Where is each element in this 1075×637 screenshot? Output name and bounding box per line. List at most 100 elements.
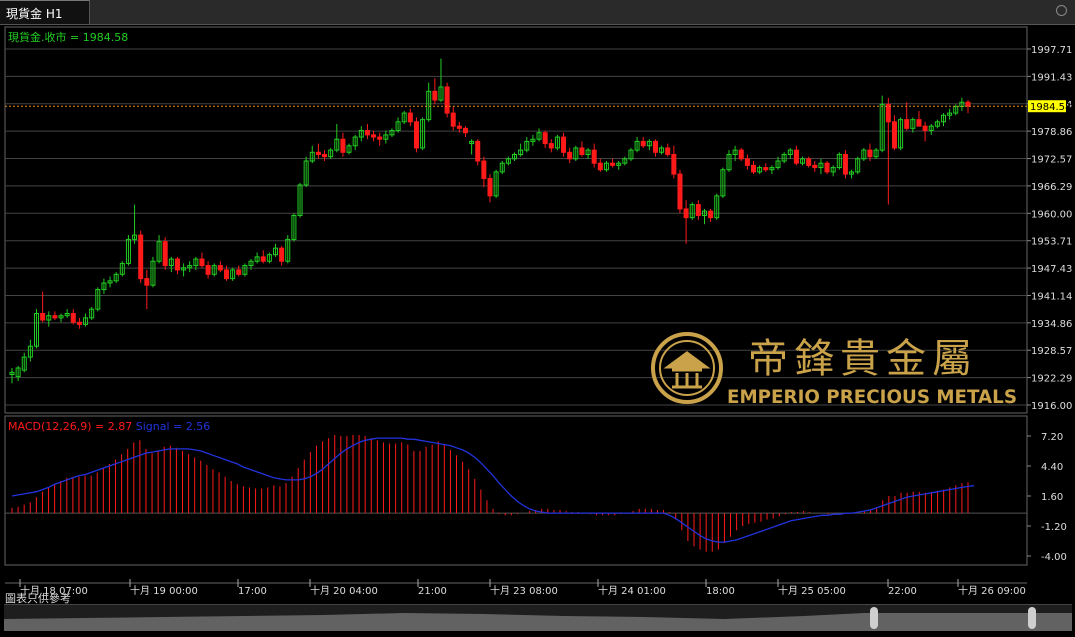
candle-down <box>738 149 744 160</box>
candle-down <box>677 173 683 210</box>
candle-down <box>456 125 462 129</box>
scroll-handle-right[interactable] <box>1028 607 1036 629</box>
candle-down <box>340 138 346 153</box>
price-tick-label: 1966.29 <box>1031 182 1072 193</box>
chart-scrollbar[interactable] <box>4 604 1072 631</box>
x-tick-label: 十月 24 01:00 <box>598 584 666 597</box>
price-tick-label: 1991.43 <box>1031 72 1072 83</box>
candle-down <box>597 162 603 171</box>
candle-down <box>260 256 266 262</box>
candle-down <box>708 210 714 219</box>
price-tick-label: 1928.57 <box>1031 346 1072 357</box>
scroll-handle-left[interactable] <box>870 607 878 629</box>
candle-down <box>965 101 971 107</box>
watermark: 帝鋒貴金屬 EMPERIO PRECIOUS METALS <box>651 332 1017 408</box>
candle-down <box>223 269 229 280</box>
price-tick-label: 1922.29 <box>1031 374 1072 385</box>
candle-down <box>891 121 897 149</box>
candle-down <box>763 167 769 171</box>
candle-down <box>199 258 205 267</box>
price-tick-label: 1960.00 <box>1031 209 1072 220</box>
candle-down <box>138 234 144 280</box>
candle-down <box>610 162 616 166</box>
candle-down <box>279 247 285 262</box>
chart-frame: 1997.711991.431985.141978.861972.571966.… <box>0 25 1075 633</box>
x-tick-label: 十月 26 09:00 <box>958 584 1026 597</box>
macd-legend-signal: Signal = 2.56 <box>136 420 211 433</box>
tab-bar: 現貨金 H1 <box>0 0 1075 25</box>
candle-down <box>364 130 370 136</box>
x-tick-label: 18:00 <box>706 586 735 597</box>
watermark-chinese: 帝鋒貴金屬 <box>748 336 978 382</box>
candle-down <box>867 149 873 158</box>
candle-down <box>40 313 46 321</box>
candle-down <box>591 149 597 164</box>
candle-down <box>542 132 548 145</box>
candle-down <box>481 160 487 179</box>
candle-down <box>475 140 481 162</box>
candle-down <box>371 134 377 138</box>
candle-down <box>205 265 211 275</box>
candle-down <box>904 119 910 129</box>
price-tick-label: 1972.57 <box>1031 155 1072 166</box>
candle-down <box>695 204 701 216</box>
x-tick-label: 21:00 <box>418 586 447 597</box>
candle-down <box>432 90 438 101</box>
candle-down <box>652 140 658 153</box>
macd-tick-label: -1.20 <box>1041 522 1067 533</box>
price-tick-label: 1978.86 <box>1031 127 1072 138</box>
candle-down <box>812 164 818 169</box>
candle-down <box>548 143 554 149</box>
candle-down <box>751 164 757 173</box>
x-tick-label: 17:00 <box>238 586 267 597</box>
candle-down <box>407 112 413 123</box>
candle-down <box>52 315 58 319</box>
candle-down <box>793 149 799 164</box>
candle-down <box>174 258 180 271</box>
price-tick-label: 1997.71 <box>1031 45 1072 56</box>
candle-down <box>450 112 456 127</box>
x-tick-label: 十月 25 05:00 <box>778 584 846 597</box>
last-price-label: 1984.58 <box>1030 102 1071 113</box>
candle-down <box>236 269 242 275</box>
tab-chart[interactable]: 現貨金 H1 <box>0 0 90 24</box>
macd-tick-label: 1.60 <box>1041 492 1063 503</box>
candle-down <box>162 241 168 267</box>
candle-down <box>315 151 321 155</box>
candle-down <box>665 147 671 155</box>
candle-down <box>671 153 677 175</box>
candle-down <box>462 127 468 134</box>
x-tick-label: 22:00 <box>888 586 917 597</box>
candle-down <box>683 208 689 219</box>
candle-down <box>916 119 922 127</box>
x-tick-label: 十月 19 00:00 <box>130 584 198 597</box>
macd-tick-label: 7.20 <box>1041 432 1063 443</box>
overview-silhouette <box>4 613 1072 631</box>
candle-down <box>640 140 646 147</box>
candle-down <box>487 177 493 197</box>
candle-down <box>377 136 383 140</box>
tab-label: 現貨金 H1 <box>6 7 63 21</box>
price-tick-label: 1916.00 <box>1031 401 1072 412</box>
macd-tick-label: 4.40 <box>1041 462 1063 473</box>
candle-down <box>561 136 567 153</box>
candle-down <box>824 162 830 173</box>
candle-down <box>444 86 450 114</box>
candle-down <box>217 265 223 271</box>
watermark-english: EMPERIO PRECIOUS METALS <box>727 386 1017 408</box>
price-tick-label: 1934.86 <box>1031 319 1072 330</box>
signal-line <box>11 437 975 543</box>
candle-down <box>70 313 76 323</box>
chart-canvas[interactable]: 1997.711991.431985.141978.861972.571966.… <box>0 25 1075 633</box>
candle-down <box>806 158 812 166</box>
watermark-logo-emblem <box>663 351 711 389</box>
candle-down <box>144 278 150 286</box>
candle-down <box>842 153 848 175</box>
x-tick-label: 十月 20 04:00 <box>310 584 378 597</box>
candle-down <box>413 121 419 149</box>
price-tick-label: 1953.71 <box>1031 237 1072 248</box>
maximize-icon[interactable] <box>1056 5 1067 16</box>
candle-down <box>567 151 573 160</box>
macd-tick-label: -4.00 <box>1041 552 1067 563</box>
price-tick-label: 1941.14 <box>1031 291 1072 302</box>
